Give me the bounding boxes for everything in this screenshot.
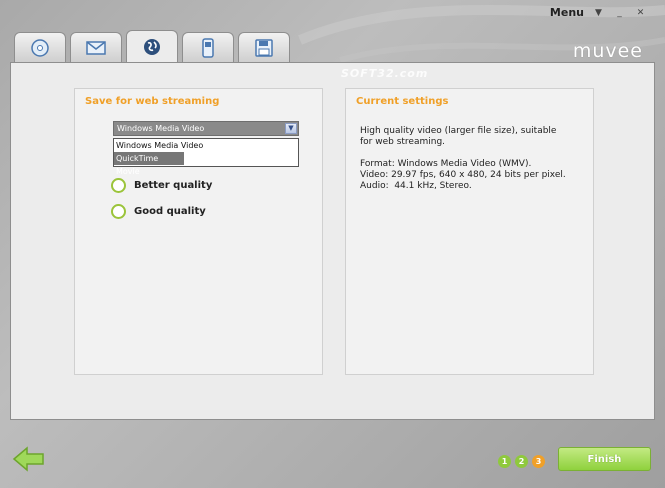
globe-icon bbox=[144, 38, 160, 55]
step-2: 2 bbox=[515, 455, 528, 468]
dropdown-option-quicktime[interactable]: QuickTime Movie bbox=[114, 152, 184, 176]
settings-details: Format: Windows Media Video (WMV). Video… bbox=[360, 159, 566, 191]
phone-icon bbox=[202, 37, 214, 58]
close-icon[interactable]: ✕ bbox=[634, 7, 647, 19]
envelope-icon bbox=[86, 40, 106, 55]
finish-button[interactable]: Finish bbox=[558, 447, 651, 471]
format-select[interactable]: Windows Media Video ▼ bbox=[113, 121, 299, 136]
settings-panel: SOFT32.com Save for web streaming Window… bbox=[10, 62, 655, 420]
title-menu-bar: Menu ▼ _ ✕ bbox=[550, 6, 647, 19]
muvee-logo: muvee bbox=[572, 40, 643, 62]
tab-save[interactable] bbox=[238, 32, 290, 62]
web-streaming-group: Save for web streaming Windows Media Vid… bbox=[74, 88, 323, 375]
current-settings-title: Current settings bbox=[356, 96, 449, 107]
watermark-text: SOFT32.com bbox=[341, 67, 429, 80]
radio-good-quality[interactable]: Good quality bbox=[111, 204, 206, 219]
tab-disc[interactable] bbox=[14, 32, 66, 62]
minimize-icon[interactable]: _ bbox=[613, 7, 626, 19]
format-dropdown-list: Windows Media Video QuickTime Movie bbox=[113, 138, 299, 176]
tab-mobile[interactable] bbox=[182, 32, 234, 62]
menu-button[interactable]: Menu bbox=[550, 6, 584, 19]
output-tabs bbox=[14, 30, 290, 62]
back-arrow-icon bbox=[12, 446, 44, 472]
radio-label: Good quality bbox=[134, 206, 206, 217]
format-select-value: Windows Media Video bbox=[117, 124, 205, 133]
radio-circle[interactable] bbox=[111, 178, 126, 193]
step-indicator: 1 2 3 bbox=[498, 455, 545, 468]
web-streaming-title: Save for web streaming bbox=[85, 96, 220, 107]
current-settings-group: Current settings High quality video (lar… bbox=[345, 88, 594, 375]
back-button[interactable] bbox=[12, 446, 46, 476]
radio-better-quality[interactable]: Better quality bbox=[111, 178, 212, 193]
step-1: 1 bbox=[498, 455, 511, 468]
step-3: 3 bbox=[532, 455, 545, 468]
tab-email[interactable] bbox=[70, 32, 122, 62]
disc-icon bbox=[31, 38, 49, 57]
app-window: Menu ▼ _ ✕ muvee SOFT32.com Save for web… bbox=[0, 0, 665, 488]
tab-web[interactable] bbox=[126, 30, 178, 62]
floppy-disk-icon bbox=[255, 38, 273, 57]
menu-dropdown-icon[interactable]: ▼ bbox=[592, 7, 605, 19]
chevron-down-icon[interactable]: ▼ bbox=[285, 123, 297, 134]
footer-bar: 1 2 3 Finish bbox=[0, 424, 665, 488]
radio-label: Better quality bbox=[134, 180, 213, 191]
radio-circle[interactable] bbox=[111, 204, 126, 219]
dropdown-option-wmv[interactable]: Windows Media Video bbox=[114, 139, 298, 152]
settings-description: High quality video (larger file size), s… bbox=[360, 126, 557, 147]
